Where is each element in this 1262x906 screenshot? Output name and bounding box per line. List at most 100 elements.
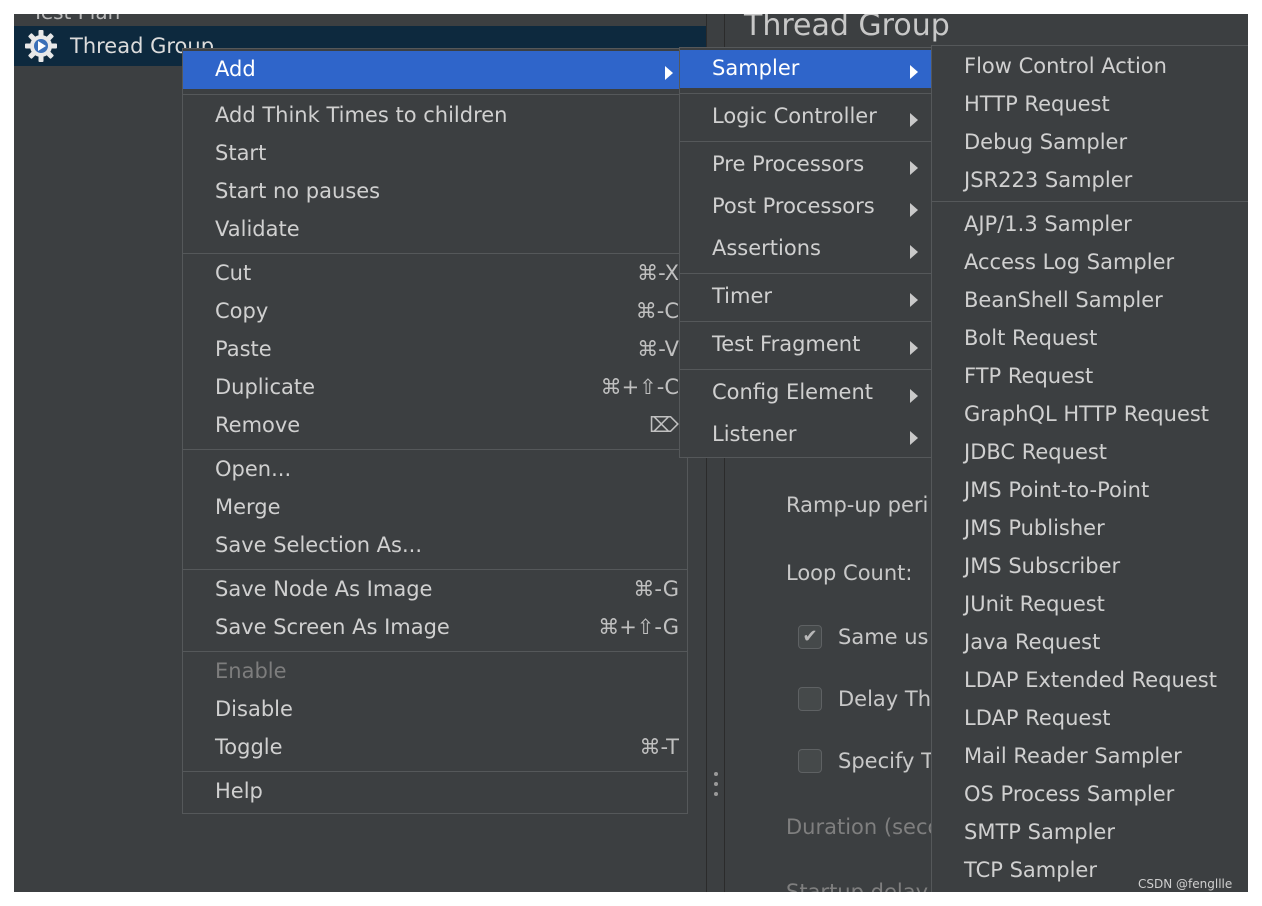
shortcut-label: ⌘-C (635, 299, 679, 323)
submenu-item-listener[interactable]: Listener (680, 416, 932, 454)
sampler-item-ftp-request[interactable]: FTP Request (932, 358, 1248, 396)
menu-item-add[interactable]: Add (183, 51, 687, 89)
sampler-item-debug-sampler[interactable]: Debug Sampler (932, 124, 1248, 162)
menu-item-label: Flow Control Action (964, 54, 1167, 78)
menu-item-start-no-pauses[interactable]: Start no pauses (183, 173, 687, 211)
submenu-item-sampler[interactable]: Sampler (680, 50, 932, 88)
sampler-item-flow-control-action[interactable]: Flow Control Action (932, 48, 1248, 86)
menu-item-label: Help (215, 779, 263, 803)
menu-item-paste[interactable]: Paste ⌘-V (183, 331, 687, 369)
menu-item-add-think-times[interactable]: Add Think Times to children (183, 97, 687, 135)
submenu-item-assertions[interactable]: Assertions (680, 230, 932, 268)
menu-item-save-selection-as[interactable]: Save Selection As... (183, 527, 687, 565)
page-title: Thread Group (744, 14, 950, 43)
menu-item-enable: Enable (183, 653, 687, 691)
menu-item-label: JUnit Request (964, 592, 1105, 616)
menu-item-label: Logic Controller (712, 104, 877, 128)
menu-item-label: TCP Sampler (964, 858, 1097, 882)
sampler-item-ldap-request[interactable]: LDAP Request (932, 700, 1248, 738)
menu-item-label: Config Element (712, 380, 873, 404)
menu-item-label: Mail Reader Sampler (964, 744, 1182, 768)
sampler-item-jsr223-sampler[interactable]: JSR223 Sampler (932, 162, 1248, 200)
submenu-arrow-icon (910, 431, 918, 445)
sampler-item-access-log-sampler[interactable]: Access Log Sampler (932, 244, 1248, 282)
menu-item-toggle[interactable]: Toggle ⌘-T (183, 729, 687, 767)
sampler-item-jms-subscriber[interactable]: JMS Subscriber (932, 548, 1248, 586)
sampler-item-beanshell-sampler[interactable]: BeanShell Sampler (932, 282, 1248, 320)
menu-item-label: Access Log Sampler (964, 250, 1175, 274)
sampler-item-java-request[interactable]: Java Request (932, 624, 1248, 662)
sampler-item-jms-publisher[interactable]: JMS Publisher (932, 510, 1248, 548)
splitter-handle[interactable] (712, 772, 720, 806)
menu-item-save-screen-as-image[interactable]: Save Screen As Image ⌘+⇧-G (183, 609, 687, 647)
menu-item-duplicate[interactable]: Duplicate ⌘+⇧-C (183, 369, 687, 407)
shortcut-label: ⌘-V (637, 337, 679, 361)
menu-item-label: Save Selection As... (215, 533, 423, 557)
submenu-arrow-icon (910, 341, 918, 355)
sampler-item-smtp-sampler[interactable]: SMTP Sampler (932, 814, 1248, 852)
menu-item-label: JSR223 Sampler (964, 168, 1133, 192)
menu-item-label: Timer (712, 284, 773, 308)
sampler-item-junit-request[interactable]: JUnit Request (932, 586, 1248, 624)
menu-item-label: Java Request (964, 630, 1101, 654)
sampler-item-ajp-sampler[interactable]: AJP/1.3 Sampler (932, 206, 1248, 244)
same-user-checkbox[interactable]: ✔ (798, 625, 822, 649)
submenu-item-post-processors[interactable]: Post Processors (680, 188, 932, 226)
menu-item-label: SMTP Sampler (964, 820, 1115, 844)
menu-item-cut[interactable]: Cut ⌘-X (183, 255, 687, 293)
check-icon: ✔ (802, 626, 818, 647)
menu-item-label: OS Process Sampler (964, 782, 1175, 806)
menu-item-label: Duplicate (215, 375, 316, 399)
sampler-item-jdbc-request[interactable]: JDBC Request (932, 434, 1248, 472)
submenu-item-test-fragment[interactable]: Test Fragment (680, 326, 932, 364)
menu-item-label: Open... (215, 457, 292, 481)
loop-count-label: Loop Count: (786, 561, 913, 585)
delay-thread-checkbox[interactable] (798, 687, 822, 711)
menu-item-validate[interactable]: Validate (183, 211, 687, 249)
sampler-item-ldap-extended-request[interactable]: LDAP Extended Request (932, 662, 1248, 700)
menu-item-label: Bolt Request (964, 326, 1098, 350)
submenu-item-pre-processors[interactable]: Pre Processors (680, 146, 932, 184)
submenu-arrow-icon (910, 245, 918, 259)
menu-item-save-node-as-image[interactable]: Save Node As Image ⌘-G (183, 571, 687, 609)
submenu-arrow-icon (910, 389, 918, 403)
sampler-item-bolt-request[interactable]: Bolt Request (932, 320, 1248, 358)
submenu-item-timer[interactable]: Timer (680, 278, 932, 316)
menu-item-label: Post Processors (712, 194, 875, 218)
shortcut-label: ⌘-X (637, 261, 679, 285)
menu-item-label: Debug Sampler (964, 130, 1128, 154)
submenu-arrow-icon (910, 65, 918, 79)
menu-item-remove[interactable]: Remove ⌦ (183, 407, 687, 445)
menu-item-disable[interactable]: Disable (183, 691, 687, 729)
sampler-item-jms-point-to-point[interactable]: JMS Point-to-Point (932, 472, 1248, 510)
menu-item-label: Sampler (712, 56, 800, 80)
menu-item-help[interactable]: Help (183, 773, 687, 811)
sampler-item-graphql-http-request[interactable]: GraphQL HTTP Request (932, 396, 1248, 434)
menu-item-label: LDAP Extended Request (964, 668, 1217, 692)
submenu-item-logic-controller[interactable]: Logic Controller (680, 98, 932, 136)
submenu-arrow-icon (910, 203, 918, 217)
specify-lifetime-checkbox[interactable] (798, 749, 822, 773)
shortcut-label: ⌘+⇧-G (598, 615, 679, 639)
sampler-item-os-process-sampler[interactable]: OS Process Sampler (932, 776, 1248, 814)
menu-item-start[interactable]: Start (183, 135, 687, 173)
sampler-submenu: Flow Control Action HTTP Request Debug S… (931, 45, 1248, 892)
add-submenu: Sampler Logic Controller Pre Processors … (679, 47, 933, 458)
watermark: CSDN @fengllle (1138, 877, 1233, 891)
specify-lifetime-label: Specify T (838, 749, 934, 773)
menu-item-label: Remove (215, 413, 301, 437)
menu-item-label: AJP/1.3 Sampler (964, 212, 1132, 236)
sampler-item-http-request[interactable]: HTTP Request (932, 86, 1248, 124)
delete-key-icon: ⌦ (649, 413, 679, 437)
menu-item-label: Save Screen As Image (215, 615, 450, 639)
submenu-item-config-element[interactable]: Config Element (680, 374, 932, 412)
menu-item-merge[interactable]: Merge (183, 489, 687, 527)
menu-item-label: Copy (215, 299, 269, 323)
menu-item-open[interactable]: Open... (183, 451, 687, 489)
context-menu: Add Add Think Times to children Start St… (182, 48, 688, 814)
menu-item-copy[interactable]: Copy ⌘-C (183, 293, 687, 331)
sampler-item-mail-reader-sampler[interactable]: Mail Reader Sampler (932, 738, 1248, 776)
duration-label: Duration (seco (786, 815, 941, 839)
tree-item-test-plan[interactable]: Test Plan (32, 14, 120, 24)
same-user-label: Same us (838, 625, 929, 649)
